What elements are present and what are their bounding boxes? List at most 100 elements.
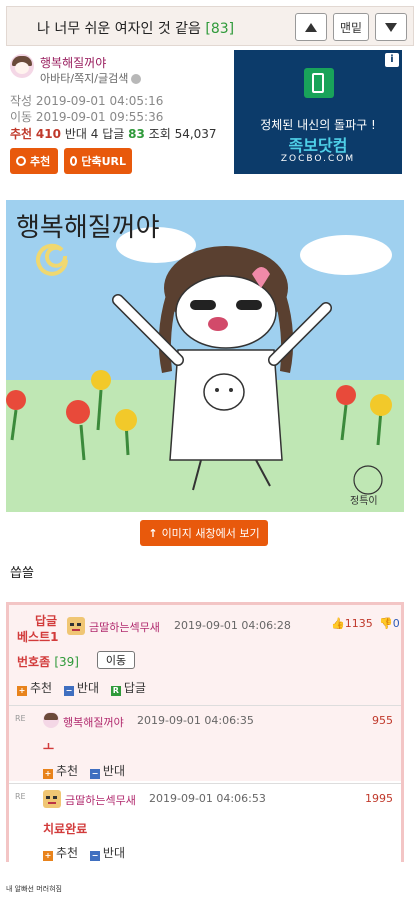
scroll-down-button[interactable] [375,13,407,41]
best-label-line1: 답글 [35,614,58,628]
view-label: 조회 [148,127,171,141]
post-image[interactable]: 행복해질꺼야 정특이 [6,200,404,512]
view-count: 54,037 [174,127,217,141]
minus-icon: − [89,851,100,861]
opp-label: 반대 [64,127,87,141]
minus-icon: − [63,686,74,696]
replier-avatar[interactable] [43,790,61,808]
reply-icon: R [110,686,121,696]
reply-rec-label: 추천 [56,764,79,778]
comment-down-count[interactable]: 👎0 [379,617,400,630]
comment-rec-button[interactable]: + 추천 [17,681,53,696]
illustration: 행복해질꺼야 정특이 [6,200,404,512]
author-avatar[interactable] [10,54,34,78]
replier-nickname[interactable]: 행복해질꺼야 [63,714,124,730]
reply-rec-button[interactable]: + 추천 [43,764,79,779]
ad-domain: ZOCBO.COM [280,154,356,164]
reply-rec-label: 추천 [56,846,79,860]
short-url-button[interactable]: 단축URL [64,148,132,174]
rec-label: 추천 [10,127,33,141]
replier-nickname[interactable]: 금딸하는섹무새 [65,792,136,808]
exit-sign-icon [304,68,334,98]
post-stats: 추천 410 반대 4 답글 83 조회 54,037 [10,125,217,142]
ad-brand: 족보닷컴 [288,136,348,155]
moved-value: 2019-09-01 09:55:36 [35,110,164,124]
subcomment-count: [39] [54,655,79,669]
ad-banner[interactable]: i 정체된 내신의 돌파구 ! 족보닷컴 ZOCBO.COM [234,50,402,174]
recommend-button[interactable]: 추천 [10,148,58,174]
reply-rec-button[interactable]: + 추천 [43,846,79,861]
comment-up-value: 1135 [344,617,373,630]
moved-label: 이동 [10,110,33,124]
recommend-label: 추천 [30,155,51,168]
reply-text: ㅗ [43,740,55,754]
reply-actions: + 추천 − 반대 [43,762,133,779]
reply-item: RE 금딸하는섹무새 2019-09-01 04:06:53 1995 치료완료… [9,783,401,865]
reply-opp-button[interactable]: − 반대 [89,846,126,861]
best-label-line2: 베스트1 [17,630,59,644]
reply-item: RE 행복해질꺼야 2019-09-01 04:06:35 955 ㅗ + 추천 … [9,705,401,781]
author-nickname[interactable]: 행복해질꺼야 [40,54,106,71]
minus-icon: − [89,769,100,779]
reply-score: 955 [372,714,393,727]
post-title: 나 너무 쉬운 여자인 것 같음 [83] [37,18,234,38]
best-label: 답글 베스트1 [17,613,58,645]
reply-count: 83 [128,127,145,141]
reply-text: 치료완료 [43,822,88,836]
move-button[interactable]: 이동 [97,651,135,669]
reply-opp-button[interactable]: − 반대 [89,764,126,779]
arrow-up-icon [305,22,317,32]
comment-opp-button[interactable]: − 반대 [63,681,99,696]
image-caption-text: 행복해질꺼야 [16,213,160,243]
thumbs-down-icon: 👎 [379,617,393,630]
comment-reply-button[interactable]: R 답글 [110,681,146,696]
comment-up-count[interactable]: 👍1135 [331,617,373,630]
reply-actions: + 추천 − 반대 [43,844,133,861]
opp-count: 4 [90,127,99,141]
scroll-bottom-button[interactable]: 맨밑 [333,13,369,41]
ad-tagline: 정체된 내신의 돌파구 ! [260,118,376,132]
arrow-down-icon [385,22,397,32]
comment-down-value: 0 [392,617,400,630]
comment-date: 2019-09-01 04:06:28 [174,619,291,632]
post-title-text: 나 너무 쉬운 여자인 것 같음 [37,21,201,37]
commenter-avatar[interactable] [67,617,85,635]
plus-icon: + [43,769,53,779]
ad-info-icon[interactable]: i [385,53,399,67]
reply-date: 2019-09-01 04:06:35 [137,714,254,727]
arrow-up-icon: ↑ [148,526,158,540]
reply-score: 1995 [365,792,393,805]
plus-icon: + [43,851,53,861]
best-comment: 답글 베스트1 금딸하는섹무새 2019-09-01 04:06:28 👍113… [9,605,401,705]
comment-rec-label: 추천 [30,681,53,695]
level-icon [131,74,142,84]
written-date: 작성 2019-09-01 04:05:16 [10,92,163,109]
reply-label: 답글 [102,127,125,141]
commenter-nickname[interactable]: 금딸하는섹무새 [89,619,160,635]
reply-date: 2019-09-01 04:06:53 [149,792,266,805]
author-links-text[interactable]: 아바타/쪽지/글검색 [40,72,128,85]
comment-text-body: 번호좀 [17,655,51,669]
plus-icon: + [17,686,27,696]
open-image-label: 이미지 새창에서 보기 [161,527,260,540]
reply-opp-label: 반대 [102,846,126,860]
reply-marker: RE [15,714,26,723]
reply-opp-label: 반대 [102,764,126,778]
open-image-button[interactable]: ↑ 이미지 새창에서 보기 [140,520,268,546]
written-value: 2019-09-01 04:05:16 [35,94,164,108]
written-label: 작성 [10,94,33,108]
replier-avatar[interactable] [43,712,59,728]
thumbs-up-icon: 👍 [331,617,345,630]
post-title-bar: 나 너무 쉬운 여자인 것 같음 [83] 맨밑 [6,6,414,46]
author-links[interactable]: 아바타/쪽지/글검색 [40,70,142,86]
scroll-up-button[interactable] [295,13,327,41]
comment-actions: + 추천 − 반대 R 답글 [17,679,154,696]
comment-count: [83] [205,21,235,37]
link-icon [70,156,78,166]
comment-section: 답글 베스트1 금딸하는섹무새 2019-09-01 04:06:28 👍113… [6,602,404,865]
recommend-icon [16,156,26,166]
footer-text: 내 알빠선 머러혀짐 [6,885,62,893]
short-url-label: 단축URL [81,155,126,168]
post-body: 씁쓸 [10,566,34,581]
reply-marker: RE [15,792,26,801]
